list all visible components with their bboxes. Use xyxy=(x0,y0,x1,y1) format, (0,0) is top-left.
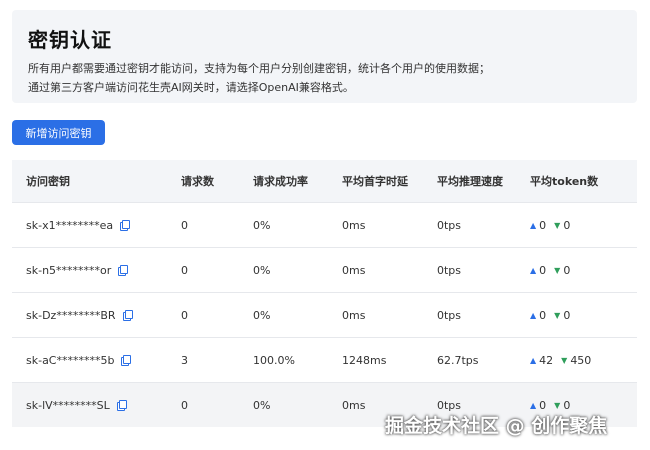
triangle-down-icon: ▼ xyxy=(554,400,561,410)
column-header-tokens: 平均token数 xyxy=(530,175,599,188)
add-access-key-button[interactable]: 新增访问密钥 xyxy=(12,120,105,145)
triangle-up-icon: ▲ xyxy=(530,310,537,320)
tokens-in-value: 0 xyxy=(539,263,547,277)
copy-icon[interactable] xyxy=(118,265,129,276)
tokens-out-value: 0 xyxy=(563,218,571,232)
success-rate-value: 0% xyxy=(253,218,271,232)
tokens-in-value: 0 xyxy=(539,308,547,322)
success-rate-value: 0% xyxy=(253,308,271,322)
table-row: sk-x1********ea 0 0% 0ms 0tps ▲ 0 ▼ 0 xyxy=(12,202,637,247)
column-header-key: 访问密钥 xyxy=(26,175,70,188)
column-header-speed: 平均推理速度 xyxy=(437,175,503,188)
column-header-success-rate: 请求成功率 xyxy=(253,175,308,188)
copy-icon[interactable] xyxy=(122,310,133,321)
requests-value: 3 xyxy=(181,353,188,367)
key-value: sk-Dz********BR xyxy=(26,308,116,322)
triangle-up-icon: ▲ xyxy=(530,400,537,410)
key-value: sk-aC********5b xyxy=(26,353,115,367)
success-rate-value: 100.0% xyxy=(253,353,295,367)
table-header: 访问密钥 请求数 请求成功率 平均首字时延 平均推理速度 平均token数 xyxy=(12,160,637,202)
requests-value: 0 xyxy=(181,308,188,322)
tokens-out-value: 0 xyxy=(563,308,571,322)
description-line-2: 通过第三方客户端访问花生壳AI网关时，请选择OpenAI兼容格式。 xyxy=(28,81,354,94)
requests-value: 0 xyxy=(181,398,188,412)
triangle-down-icon: ▼ xyxy=(554,265,561,275)
copy-icon[interactable] xyxy=(120,220,131,231)
table-row: sk-Dz********BR 0 0% 0ms 0tps ▲ 0 ▼ 0 xyxy=(12,292,637,337)
triangle-up-icon: ▲ xyxy=(530,265,537,275)
speed-value: 62.7tps xyxy=(437,353,479,367)
tokens-in-value: 0 xyxy=(539,398,547,412)
column-header-first-token-latency: 平均首字时延 xyxy=(342,175,408,188)
triangle-up-icon: ▲ xyxy=(530,220,537,230)
table-row: sk-aC********5b 3 100.0% 1248ms 62.7tps … xyxy=(12,337,637,382)
tokens-out-value: 0 xyxy=(563,263,571,277)
latency-value: 0ms xyxy=(342,263,366,277)
requests-value: 0 xyxy=(181,263,188,277)
access-key-table: 访问密钥 请求数 请求成功率 平均首字时延 平均推理速度 平均token数 sk… xyxy=(12,160,637,427)
tokens-out-value: 450 xyxy=(570,353,592,367)
speed-value: 0tps xyxy=(437,308,462,322)
latency-value: 0ms xyxy=(342,398,366,412)
triangle-down-icon: ▼ xyxy=(561,355,568,365)
column-header-requests: 请求数 xyxy=(181,175,214,188)
header-panel: 密钥认证 所有用户都需要通过密钥才能访问，支持为每个用户分别创建密钥，统计各个用… xyxy=(12,10,637,103)
latency-value: 0ms xyxy=(342,218,366,232)
latency-value: 1248ms xyxy=(342,353,387,367)
tokens-in-value: 0 xyxy=(539,218,547,232)
speed-value: 0tps xyxy=(437,218,462,232)
key-value: sk-x1********ea xyxy=(26,218,114,232)
copy-icon[interactable] xyxy=(116,400,127,411)
description-line-1: 所有用户都需要通过密钥才能访问，支持为每个用户分别创建密钥，统计各个用户的使用数… xyxy=(28,62,490,75)
requests-value: 0 xyxy=(181,218,188,232)
speed-value: 0tps xyxy=(437,263,462,277)
triangle-down-icon: ▼ xyxy=(554,220,561,230)
table-row: sk-n5********or 0 0% 0ms 0tps ▲ 0 ▼ 0 xyxy=(12,247,637,292)
tokens-out-value: 0 xyxy=(563,398,571,412)
tokens-in-value: 42 xyxy=(539,353,554,367)
key-value: sk-n5********or xyxy=(26,263,112,277)
page-title: 密钥认证 xyxy=(28,28,112,52)
copy-icon[interactable] xyxy=(121,355,132,366)
success-rate-value: 0% xyxy=(253,398,271,412)
latency-value: 0ms xyxy=(342,308,366,322)
triangle-up-icon: ▲ xyxy=(530,355,537,365)
triangle-down-icon: ▼ xyxy=(554,310,561,320)
watermark: 掘金技术社区 @ 创作聚焦 xyxy=(385,415,608,437)
key-value: sk-lV********SL xyxy=(26,398,110,412)
success-rate-value: 0% xyxy=(253,263,271,277)
